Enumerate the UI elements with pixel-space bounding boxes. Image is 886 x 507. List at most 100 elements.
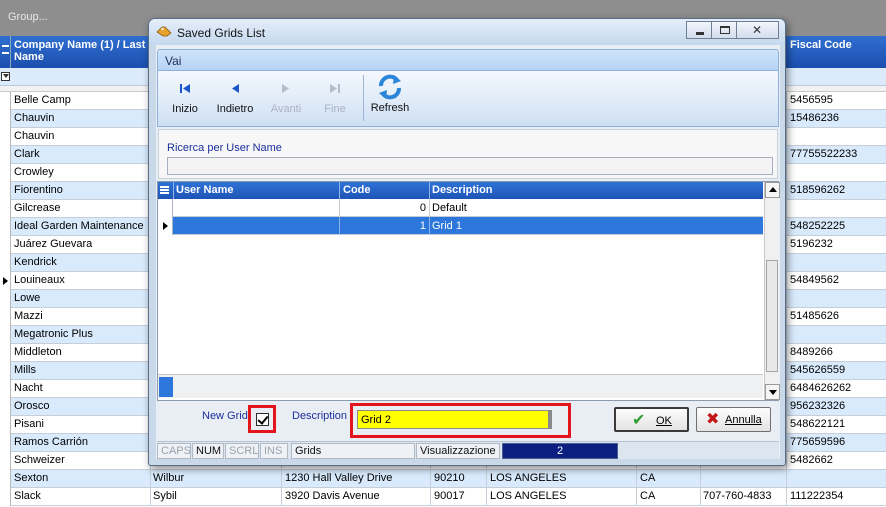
description-label: Description <box>292 410 348 422</box>
table-row[interactable]: Slack Sybil 3920 Davis Avenue 90017 LOS ANGE… <box>0 488 886 506</box>
minimize-button[interactable] <box>686 21 712 39</box>
row-indicator[interactable] <box>0 218 11 236</box>
scroll-thumb[interactable] <box>766 260 778 372</box>
row-indicator[interactable] <box>0 290 11 308</box>
cancel-button[interactable]: ✖ Annulla <box>696 407 771 432</box>
row-indicator[interactable] <box>0 470 11 488</box>
cell-name: Nacht <box>14 382 43 394</box>
group-by-label: Group... <box>8 11 48 23</box>
close-button[interactable]: ✕ <box>736 21 779 39</box>
first-record-label: Inizio <box>172 103 198 115</box>
maximize-button[interactable] <box>711 21 737 39</box>
row-indicator[interactable] <box>0 308 11 326</box>
next-record-icon <box>282 84 289 93</box>
cell-fiscal: 8489266 <box>790 346 833 358</box>
row-indicator[interactable] <box>0 380 11 398</box>
cell-code: 0 <box>419 202 426 214</box>
cell-name: Chauvin <box>14 130 55 142</box>
vertical-scrollbar[interactable] <box>764 182 780 400</box>
row-indicator[interactable] <box>0 182 11 200</box>
cell-fiscal: 54849562 <box>790 274 839 286</box>
cell-name: Mazzi <box>14 310 43 322</box>
description-input[interactable] <box>357 410 552 429</box>
first-record-button[interactable]: Inizio <box>170 79 200 115</box>
cell-name: Megatronic Plus <box>14 328 93 340</box>
menu-item-vai[interactable]: Vai <box>165 54 181 68</box>
row-indicator[interactable] <box>0 452 11 470</box>
cell-fiscal: 775659596 <box>790 436 846 448</box>
cell-name: Lowe <box>14 292 41 304</box>
cell-fiscal: 5482662 <box>790 454 833 466</box>
table-row-selected[interactable]: 1 Grid 1 <box>158 217 763 235</box>
maximize-icon <box>720 26 730 34</box>
cell-first: Sybil <box>153 490 177 502</box>
column-header-user-name[interactable]: User Name <box>176 184 233 196</box>
row-indicator[interactable] <box>0 110 11 128</box>
status-caps: CAPS <box>157 443 191 459</box>
row-indicator[interactable] <box>0 326 11 344</box>
cell-fiscal: 5456595 <box>790 94 833 106</box>
cancel-label: Annulla <box>725 414 762 426</box>
ok-button[interactable]: ✔ OK <box>614 407 689 432</box>
column-chooser-icon[interactable] <box>160 186 169 194</box>
previous-record-icon <box>232 84 239 93</box>
row-indicator[interactable] <box>0 362 11 380</box>
cell-fiscal: 956232326 <box>790 400 846 412</box>
column-header-description[interactable]: Description <box>432 184 493 196</box>
last-record-button[interactable]: Fine <box>323 79 347 115</box>
cell-first: Wilbur <box>153 472 185 484</box>
column-chooser-icon[interactable] <box>0 36 11 68</box>
cell-phone: 707-760-4833 <box>703 490 772 502</box>
cell-name: Pisani <box>14 418 44 430</box>
row-indicator[interactable] <box>0 146 11 164</box>
ok-label: OK <box>656 415 672 427</box>
refresh-button[interactable]: Refresh <box>370 73 410 114</box>
previous-record-label: Indietro <box>216 103 254 115</box>
previous-record-button[interactable]: Indietro <box>215 79 255 115</box>
refresh-label: Refresh <box>370 102 410 114</box>
cell-fiscal: 6484626262 <box>790 382 852 394</box>
row-indicator[interactable] <box>158 199 173 217</box>
cell-name: Sexton <box>14 472 49 484</box>
status-record-count: 2 <box>502 443 618 459</box>
cell-code: 1 <box>419 220 426 232</box>
row-indicator[interactable] <box>0 92 11 110</box>
row-indicator[interactable] <box>0 128 11 146</box>
scroll-down-button[interactable] <box>765 384 780 400</box>
horizontal-scroll-thumb[interactable] <box>159 377 173 397</box>
next-record-button[interactable]: Avanti <box>268 79 304 115</box>
dialog-title-bar[interactable]: Saved Grids List ✕ <box>149 19 785 45</box>
new-grid-checkbox[interactable] <box>256 413 269 426</box>
horizontal-scrollbar[interactable] <box>158 374 763 398</box>
cell-name: Orosco <box>14 400 50 412</box>
cell-city: LOS ANGELES <box>490 490 567 502</box>
app-icon <box>156 26 172 37</box>
scroll-up-button[interactable] <box>765 182 780 198</box>
row-indicator[interactable] <box>0 236 11 254</box>
row-indicator[interactable] <box>0 200 11 218</box>
description-highlight <box>350 403 571 438</box>
row-indicator[interactable] <box>158 217 173 235</box>
filter-icon[interactable] <box>1 72 10 81</box>
column-header-company[interactable]: Company Name (1) / Last Name <box>14 39 150 63</box>
table-row[interactable]: 0 Default <box>158 199 763 217</box>
row-indicator[interactable] <box>0 344 11 362</box>
row-indicator[interactable] <box>0 164 11 182</box>
row-indicator[interactable] <box>0 488 11 506</box>
column-header-fiscal-code[interactable]: Fiscal Code <box>790 39 852 51</box>
dialog-title: Saved Grids List <box>177 26 266 40</box>
row-indicator[interactable] <box>0 434 11 452</box>
row-indicator[interactable] <box>0 398 11 416</box>
last-record-label: Fine <box>324 103 346 115</box>
cell-fiscal: 518596262 <box>790 184 846 196</box>
table-row[interactable]: Sexton Wilbur 1230 Hall Valley Drive 90210 L… <box>0 470 886 488</box>
status-visualizzazione: Visualizzazione <box>416 443 500 459</box>
cell-fiscal: 15486236 <box>790 112 839 124</box>
row-indicator[interactable] <box>0 254 11 272</box>
column-header-code[interactable]: Code <box>343 184 371 196</box>
cell-address: 3920 Davis Avenue <box>285 490 380 502</box>
search-user-name-input[interactable] <box>167 157 773 175</box>
search-panel: Ricerca per User Name <box>158 129 778 179</box>
row-indicator[interactable] <box>0 272 11 290</box>
row-indicator[interactable] <box>0 416 11 434</box>
